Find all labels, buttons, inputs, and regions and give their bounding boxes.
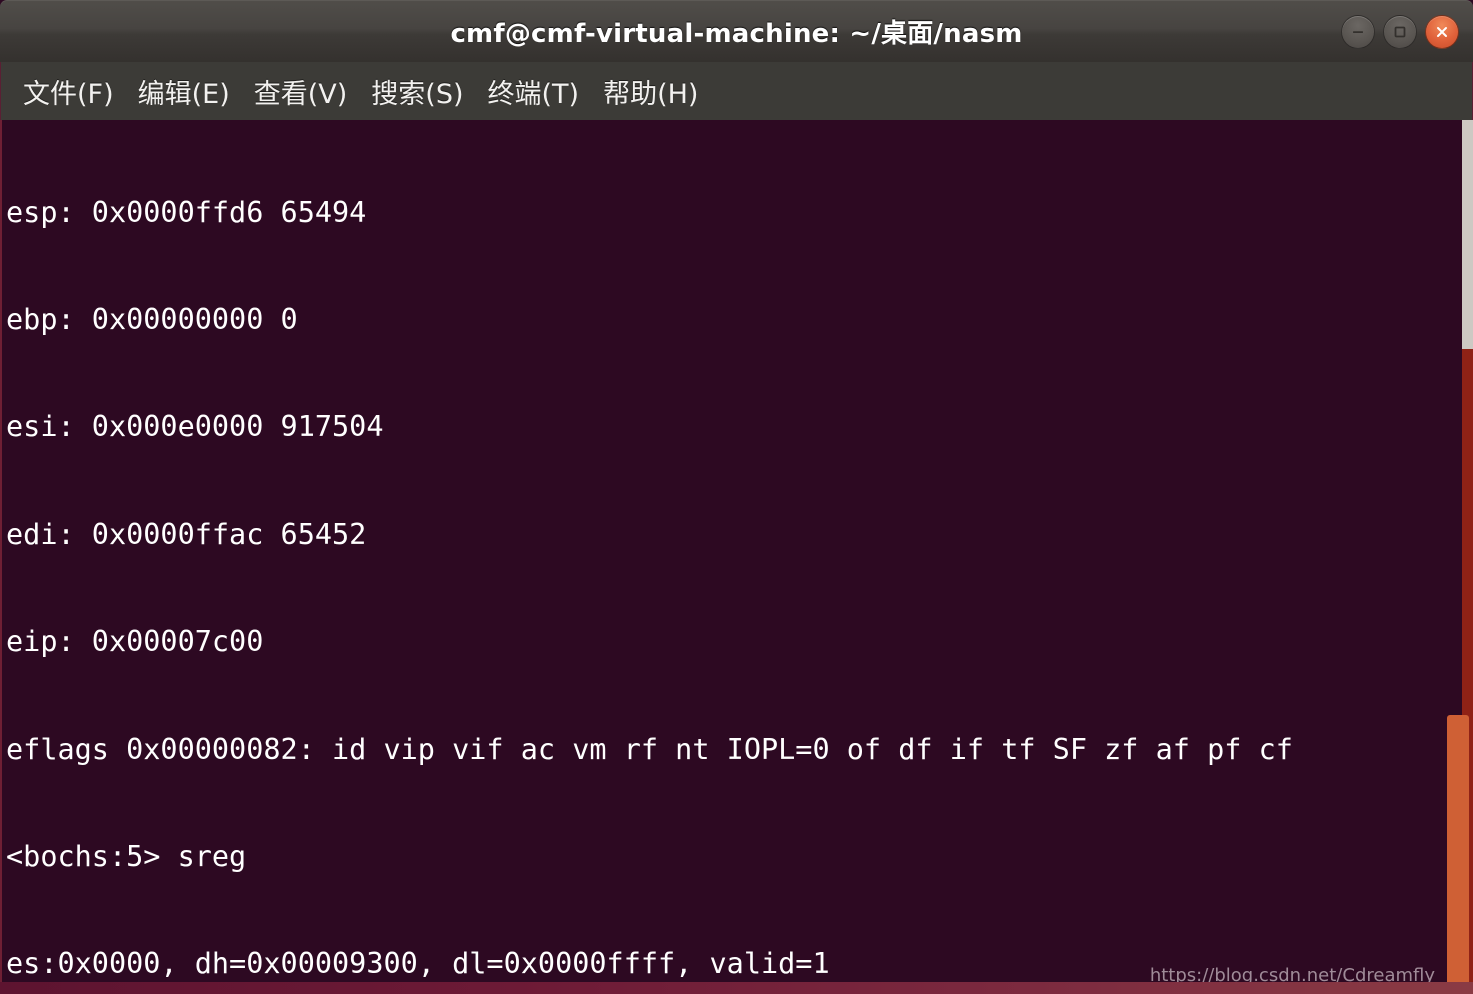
- window-titlebar[interactable]: cmf@cmf-virtual-machine: ~/桌面/nasm: [0, 0, 1473, 62]
- menu-item-help[interactable]: 帮助(H): [591, 70, 710, 113]
- minimize-button[interactable]: [1341, 14, 1375, 49]
- menu-item-file[interactable]: 文件(F): [11, 70, 126, 113]
- close-icon: [1437, 26, 1447, 37]
- terminal-scrollbar[interactable]: [1440, 120, 1473, 994]
- terminal-line: eip: 0x00007c00: [6, 625, 264, 659]
- menu-item-search[interactable]: 搜索(S): [359, 70, 475, 113]
- terminal-line: ebp: 0x00000000 0: [6, 302, 298, 336]
- terminal-line: eflags 0x00000082: id vip vif ac vm rf n…: [6, 732, 1293, 766]
- terminal-line: es:0x0000, dh=0x00009300, dl=0x0000ffff,…: [6, 947, 830, 981]
- terminal-line: edi: 0x0000ffac 65452: [6, 517, 367, 551]
- window-title: cmf@cmf-virtual-machine: ~/桌面/nasm: [450, 19, 1023, 49]
- terminal-line: <bochs:5> sreg: [6, 839, 247, 873]
- close-button[interactable]: [1425, 14, 1459, 49]
- menu-item-view[interactable]: 查看(V): [242, 70, 360, 113]
- maximize-button[interactable]: [1383, 14, 1417, 49]
- maximize-icon: [1394, 26, 1406, 37]
- window-bottom-edge: [0, 982, 1473, 994]
- terminal-output[interactable]: esp: 0x0000ffd6 65494 ebp: 0x00000000 0 …: [2, 120, 1440, 994]
- minimize-icon: [1353, 30, 1363, 33]
- scrollbar-thumb[interactable]: [1447, 715, 1469, 994]
- terminal-line: esp: 0x0000ffd6 65494: [6, 195, 367, 229]
- terminal-line: esi: 0x000e0000 917504: [6, 410, 384, 444]
- menu-item-terminal[interactable]: 终端(T): [476, 70, 592, 113]
- terminal-body[interactable]: esp: 0x0000ffd6 65494 ebp: 0x00000000 0 …: [0, 120, 1473, 994]
- window-controls: [1341, 14, 1459, 49]
- menubar: 文件(F) 编辑(E) 查看(V) 搜索(S) 终端(T) 帮助(H): [0, 62, 1473, 120]
- terminal-window: cmf@cmf-virtual-machine: ~/桌面/nasm 文件(F)…: [0, 0, 1473, 994]
- menu-item-edit[interactable]: 编辑(E): [126, 70, 242, 113]
